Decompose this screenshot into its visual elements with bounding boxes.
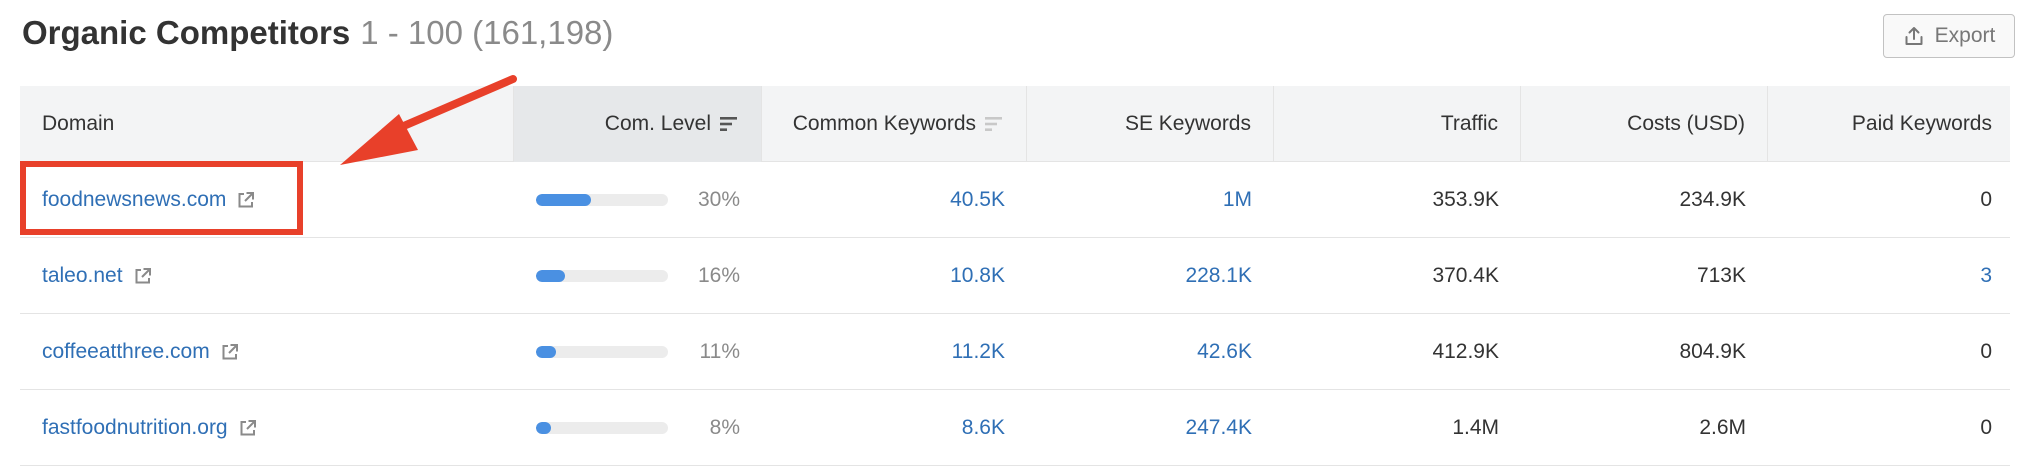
com-level-value: 30% xyxy=(697,188,740,211)
com-level-bar xyxy=(536,422,668,434)
com-level-bar xyxy=(536,270,668,282)
common-keywords-link[interactable]: 11.2K xyxy=(762,314,1027,390)
costs-value: 804.9K xyxy=(1679,340,1746,363)
costs-value: 234.9K xyxy=(1679,188,1746,211)
domain-cell: fastfoodnutrition.org xyxy=(20,390,514,466)
costs-value: 2.6M xyxy=(1699,416,1746,439)
paid-keywords-value: 0 xyxy=(1980,340,1992,363)
export-icon xyxy=(1905,27,1923,45)
domain-cell: coffeeatthree.com xyxy=(20,314,514,390)
com-level-cell: 16% xyxy=(514,238,762,314)
common-keywords-link[interactable]: 8.6K xyxy=(762,390,1027,466)
paid-keywords-value: 0 xyxy=(1980,416,1992,439)
paid-keywords-link[interactable]: 3 xyxy=(1768,238,2010,314)
com-level-cell: 11% xyxy=(514,314,762,390)
page-header: Organic Competitors 1 - 100 (161,198) xyxy=(22,14,613,58)
external-link-icon[interactable] xyxy=(238,418,258,438)
highlight-box xyxy=(20,161,303,235)
com-level-bar-fill xyxy=(536,270,565,282)
domain-link[interactable]: fastfoodnutrition.org xyxy=(42,416,228,440)
sort-icon xyxy=(985,117,1002,131)
common-keywords-link[interactable]: 10.8K xyxy=(762,238,1027,314)
traffic-value: 412.9K xyxy=(1432,340,1499,363)
table-row: fastfoodnutrition.org 8% 8.6K 247.4K 1.4… xyxy=(20,390,2010,466)
column-se-keywords[interactable]: SE Keywords xyxy=(1027,86,1274,162)
com-level-value: 8% xyxy=(709,416,740,439)
column-com-level[interactable]: Com. Level xyxy=(514,86,762,162)
se-keywords-link[interactable]: 247.4K xyxy=(1027,390,1274,466)
com-level-bar-fill xyxy=(536,346,556,358)
domain-link[interactable]: taleo.net xyxy=(42,264,123,288)
domain-link[interactable]: coffeeatthree.com xyxy=(42,340,210,364)
com-level-value: 11% xyxy=(699,340,740,363)
common-keywords-link[interactable]: 40.5K xyxy=(762,162,1027,238)
table-header: Domain Com. Level Common Keywords SE Key… xyxy=(20,86,2010,162)
se-keywords-link[interactable]: 228.1K xyxy=(1027,238,1274,314)
com-level-value: 16% xyxy=(697,264,740,287)
se-keywords-link[interactable]: 42.6K xyxy=(1027,314,1274,390)
column-traffic[interactable]: Traffic xyxy=(1274,86,1521,162)
export-label: Export xyxy=(1934,24,1996,47)
result-range: 1 - 100 (161,198) xyxy=(360,14,614,51)
column-domain[interactable]: Domain xyxy=(20,86,514,162)
traffic-value: 370.4K xyxy=(1432,264,1499,287)
com-level-bar-fill xyxy=(536,194,591,206)
column-costs[interactable]: Costs (USD) xyxy=(1521,86,1768,162)
page-title: Organic Competitors xyxy=(22,14,351,51)
traffic-value: 1.4M xyxy=(1452,416,1499,439)
costs-value: 713K xyxy=(1696,264,1746,287)
competitors-table: Domain Com. Level Common Keywords SE Key… xyxy=(20,86,2010,466)
export-button[interactable]: Export xyxy=(1883,14,2015,58)
table-row: foodnewsnews.com 30% 40.5K 1M 353.9K 234… xyxy=(20,162,2010,238)
column-paid-keywords[interactable]: Paid Keywords xyxy=(1768,86,2010,162)
com-level-bar xyxy=(536,194,668,206)
table-row: taleo.net 16% 10.8K 228.1K 370.4K 713K 3 xyxy=(20,238,2010,314)
table-row: coffeeatthree.com 11% 11.2K 42.6K 412.9K… xyxy=(20,314,2010,390)
domain-cell: taleo.net xyxy=(20,238,514,314)
com-level-bar xyxy=(536,346,668,358)
sort-icon xyxy=(720,117,737,131)
paid-keywords-value: 0 xyxy=(1980,188,1992,211)
com-level-cell: 8% xyxy=(514,390,762,466)
se-keywords-link[interactable]: 1M xyxy=(1027,162,1274,238)
column-common-keywords[interactable]: Common Keywords xyxy=(762,86,1027,162)
external-link-icon[interactable] xyxy=(220,342,240,362)
traffic-value: 353.9K xyxy=(1432,188,1499,211)
com-level-bar-fill xyxy=(536,422,551,434)
com-level-cell: 30% xyxy=(514,162,762,238)
external-link-icon[interactable] xyxy=(133,266,153,286)
